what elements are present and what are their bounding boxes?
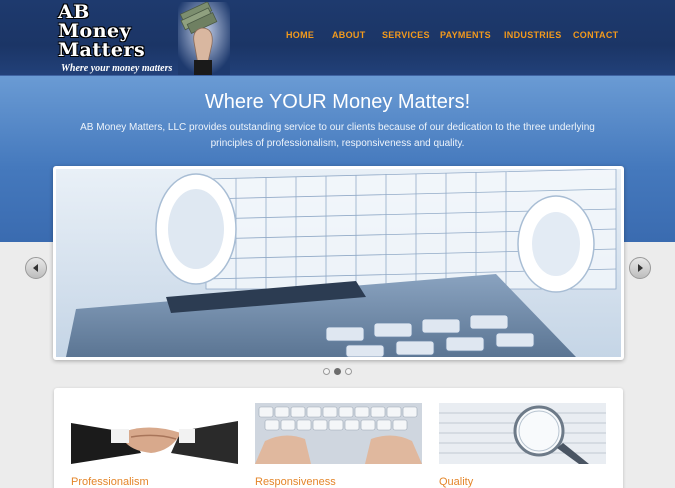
image-slider — [53, 166, 624, 360]
features-panel: Professionalism Responsiveness Quality — [54, 388, 623, 488]
calculator-and-spreadsheet-image — [56, 169, 621, 357]
logo-tagline: Where your money matters — [61, 63, 173, 74]
hands-on-keyboard-image — [255, 403, 422, 464]
feature-responsiveness[interactable]: Responsiveness — [255, 403, 422, 488]
slider-dot-2[interactable] — [334, 368, 341, 375]
chevron-right-icon — [638, 264, 643, 272]
chevron-left-icon — [33, 264, 38, 272]
slider-pagination — [323, 368, 355, 376]
slider-dot-3[interactable] — [345, 368, 352, 375]
logo-text-line-3: Matters — [58, 39, 146, 61]
slider-prev-button[interactable] — [25, 257, 47, 279]
logo-text-line-2: Money — [58, 20, 132, 42]
money-in-hand-icon — [178, 2, 230, 76]
magnifier-on-document-image — [439, 403, 606, 464]
hero-description: AB Money Matters, LLC provides outstandi… — [80, 122, 595, 149]
nav-services[interactable]: SERVICES — [382, 30, 430, 40]
logo-text-line-1: AB — [58, 1, 90, 23]
feature-professionalism[interactable]: Professionalism — [71, 403, 238, 488]
nav-about[interactable]: ABOUT — [332, 30, 366, 40]
nav-industries[interactable]: INDUSTRIES — [504, 30, 562, 40]
nav-contact[interactable]: CONTACT — [573, 30, 618, 40]
slider-next-button[interactable] — [629, 257, 651, 279]
feature-title: Quality — [439, 476, 474, 488]
logo[interactable]: AB Money Matters Where your money matter… — [58, 2, 230, 76]
hero-title: Where YOUR Money Matters! — [204, 91, 471, 113]
handshake-image — [71, 403, 238, 464]
site-header: AB Money Matters Where your money matter… — [0, 0, 675, 76]
nav-payments[interactable]: PAYMENTS — [440, 30, 491, 40]
feature-title: Responsiveness — [255, 476, 336, 488]
slider-dot-1[interactable] — [323, 368, 330, 375]
nav-home[interactable]: HOME — [286, 30, 314, 40]
feature-title: Professionalism — [71, 476, 149, 488]
feature-quality[interactable]: Quality — [439, 403, 606, 488]
